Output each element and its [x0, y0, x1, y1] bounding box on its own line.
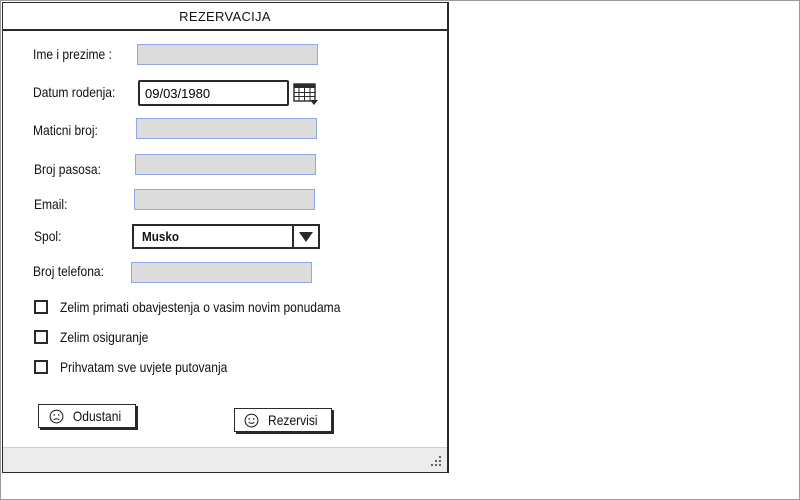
chevron-down-icon	[299, 232, 313, 242]
reservation-window: REZERVACIJA Ime i prezime : Datum rodenj…	[2, 2, 449, 473]
insurance-checkbox[interactable]	[34, 330, 48, 344]
passport-input[interactable]	[135, 154, 316, 175]
status-bar	[3, 447, 447, 472]
email-input[interactable]	[134, 189, 315, 210]
gender-selected-value: Musko	[142, 229, 180, 244]
phone-label: Broj telefona:	[33, 263, 104, 279]
cancel-button-label: Odustani	[72, 408, 122, 424]
submit-button-label: Rezervisi	[268, 412, 318, 428]
cancel-button[interactable]: Odustani	[38, 404, 136, 428]
terms-checkbox[interactable]	[34, 360, 48, 374]
resize-grip-icon[interactable]	[430, 455, 442, 467]
terms-label: Prihvatam sve uvjete putovanja	[60, 359, 228, 375]
email-label: Email:	[34, 196, 68, 212]
smiley-face-icon	[244, 413, 259, 427]
full-name-label: Ime i prezime :	[33, 46, 112, 62]
newsletter-label: Zelim primati obavjestenja o vasim novim…	[60, 299, 341, 315]
submit-button[interactable]: Rezervisi	[234, 408, 332, 432]
passport-label: Broj pasosa:	[34, 161, 101, 177]
birth-date-input[interactable]	[138, 80, 289, 106]
birth-date-label: Datum rodenja:	[33, 84, 116, 100]
sad-face-icon	[49, 409, 64, 423]
gender-label: Spol:	[34, 228, 62, 244]
dropdown-button[interactable]	[292, 226, 318, 247]
window-title: REZERVACIJA	[3, 3, 447, 31]
gender-select[interactable]: Musko	[132, 224, 320, 249]
newsletter-checkbox[interactable]	[34, 300, 48, 314]
insurance-label: Zelim osiguranje	[60, 329, 149, 345]
id-number-label: Maticni broj:	[33, 122, 98, 138]
calendar-icon[interactable]	[293, 82, 319, 106]
id-number-input[interactable]	[136, 118, 317, 139]
phone-input[interactable]	[131, 262, 312, 283]
full-name-input[interactable]	[137, 44, 318, 65]
